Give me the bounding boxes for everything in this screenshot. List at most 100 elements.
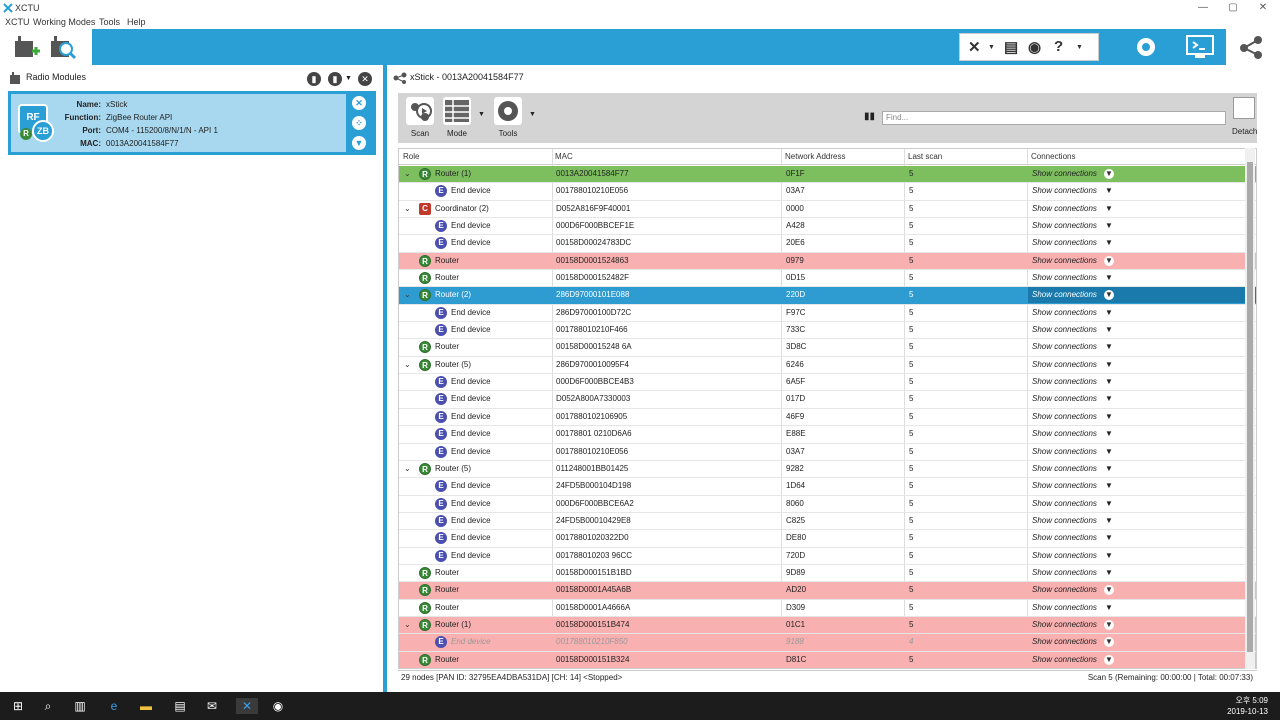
- minimize-button[interactable]: —: [1193, 1, 1213, 14]
- store-icon[interactable]: ▤: [172, 698, 188, 714]
- discover-devices-icon[interactable]: [48, 33, 78, 61]
- chevron-down-icon[interactable]: ▼: [1076, 44, 1083, 51]
- add-device-icon[interactable]: [12, 33, 42, 61]
- table-row[interactable]: R Router 00158D00015248 6A 3D8C 5 Show connec…: [399, 339, 1256, 357]
- show-connections-link[interactable]: Show connections: [1028, 530, 1256, 546]
- show-connections-link[interactable]: Show connections: [1028, 478, 1256, 494]
- chevron-down-icon[interactable]: ▼: [1104, 273, 1114, 283]
- chevron-down-icon[interactable]: ▼: [1104, 204, 1114, 214]
- show-connections-link[interactable]: Show connections: [1028, 253, 1256, 269]
- expand-toggle-icon[interactable]: ⌄: [404, 287, 411, 303]
- table-row[interactable]: R Router 00158D000151B324 D81C 5 Show connect…: [399, 651, 1256, 668]
- chevron-down-icon[interactable]: ▼: [1104, 412, 1114, 422]
- table-row[interactable]: E End device 24FD5B00010429E8 C825 5 Show con…: [399, 513, 1256, 531]
- chevron-down-icon[interactable]: ▼: [1104, 551, 1114, 561]
- table-row[interactable]: ⌄ R Router (2) 286D97000101E088 220D 5 Show co…: [399, 287, 1256, 305]
- remove-module-icon[interactable]: ✕: [352, 96, 366, 110]
- expand-toggle-icon[interactable]: ⌄: [404, 617, 411, 633]
- table-row[interactable]: E End device 000D6F000BBCEF1E A428 5 Show con…: [399, 218, 1256, 236]
- table-row[interactable]: E End device 24FD5B000104D198 1D64 5 Show con…: [399, 478, 1256, 496]
- scan-button[interactable]: Scan: [403, 97, 437, 141]
- col-mac[interactable]: MAC: [555, 152, 573, 161]
- table-row[interactable]: E End device 286D97000100D72C F97C 5 Show con…: [399, 305, 1256, 323]
- chevron-down-icon[interactable]: ▼: [1104, 654, 1114, 665]
- show-connections-link[interactable]: Show connections: [1028, 322, 1256, 338]
- table-row[interactable]: E End device 00178801020322D0 DE80 5 Show con…: [399, 530, 1256, 548]
- table-row[interactable]: R Router 00158D0001524863 0979 5 Show connect…: [399, 252, 1256, 271]
- show-connections-link[interactable]: Show connections: [1028, 287, 1256, 304]
- chevron-down-icon[interactable]: ▼: [1104, 186, 1114, 196]
- chevron-down-icon[interactable]: ▼: [1104, 637, 1114, 648]
- show-connections-link[interactable]: Show connections: [1028, 235, 1256, 251]
- show-connections-link[interactable]: Show connections: [1028, 461, 1256, 477]
- table-row[interactable]: E End device 001788010210E056 03A7 5 Show con…: [399, 444, 1256, 461]
- chevron-down-icon[interactable]: ▼: [1104, 221, 1114, 231]
- chevron-down-icon[interactable]: ▼: [1104, 568, 1114, 578]
- network-mode-tab[interactable]: [1226, 29, 1280, 65]
- chevron-down-icon[interactable]: ▼: [1104, 169, 1114, 179]
- table-row[interactable]: E End device D052A800A7330003 017D 5 Show con…: [399, 391, 1256, 409]
- show-connections-link[interactable]: Show connections: [1028, 339, 1256, 355]
- mail-icon[interactable]: ✉: [204, 698, 220, 714]
- chevron-down-icon[interactable]: ▼: [1104, 499, 1114, 509]
- xctu-taskbar-icon[interactable]: ✕: [236, 698, 258, 714]
- expand-toggle-icon[interactable]: ⌄: [404, 461, 411, 477]
- table-row[interactable]: E End device 001788010203 96CC 720D 5 Show co…: [399, 548, 1256, 565]
- table-row[interactable]: E End device 0017880102106905 46F9 5 Show con…: [399, 409, 1256, 427]
- chevron-down-icon[interactable]: ▼: [1104, 360, 1114, 370]
- col-connections[interactable]: Connections: [1031, 152, 1075, 161]
- table-row[interactable]: ⌄ R Router (1) 00158D000151B474 01C1 5 Show co…: [399, 616, 1256, 635]
- chevron-down-icon[interactable]: ▼: [345, 75, 352, 82]
- chevron-down-icon[interactable]: ▼: [1104, 325, 1114, 335]
- table-row[interactable]: E End device 000D6F000BBCE6A2 8060 5 Show con…: [399, 496, 1256, 513]
- table-row[interactable]: ⌄ R Router (1) 0013A20041584F77 0F1F 5 Show co…: [399, 166, 1256, 184]
- menu-working-modes[interactable]: Working Modes: [33, 17, 95, 27]
- show-connections-link[interactable]: Show connections: [1028, 270, 1256, 286]
- show-connections-link[interactable]: Show connections: [1028, 426, 1256, 442]
- mode-button[interactable]: Mode: [440, 97, 474, 141]
- table-row[interactable]: R Router 00158D0001A4666A D309 5 Show connect…: [399, 600, 1256, 617]
- chevron-down-icon[interactable]: ▼: [1104, 619, 1114, 630]
- close-window-button[interactable]: ✕: [1253, 1, 1273, 14]
- col-last-scan[interactable]: Last scan: [908, 152, 942, 161]
- chevron-down-icon[interactable]: ▼: [988, 44, 995, 51]
- show-connections-link[interactable]: Show connections: [1028, 218, 1256, 234]
- remove-all-icon[interactable]: ✕: [358, 72, 372, 86]
- expand-toggle-icon[interactable]: ⌄: [404, 357, 411, 373]
- chevron-down-icon[interactable]: ▼: [529, 111, 536, 118]
- table-row[interactable]: E End device 00178801 0210D6A6 E88E 5 Show co…: [399, 426, 1256, 444]
- show-connections-link[interactable]: Show connections: [1028, 652, 1256, 668]
- table-row[interactable]: E End device 000D6F000BBCE4B3 6A5F 5 Show con…: [399, 374, 1256, 392]
- file-explorer-icon[interactable]: ▬: [138, 698, 154, 714]
- filter-icon[interactable]: ▮: [307, 72, 321, 86]
- table-row[interactable]: E End device 001788010210F850 9188 4 Show con…: [399, 634, 1256, 652]
- table-row[interactable]: ⌄ R Router (5) 286D9700010095F4 6246 5 Show co…: [399, 357, 1256, 375]
- chevron-down-icon[interactable]: ▼: [1104, 429, 1114, 439]
- col-network-address[interactable]: Network Address: [785, 152, 845, 161]
- show-connections-link[interactable]: Show connections: [1028, 201, 1256, 217]
- edge-icon[interactable]: e: [106, 698, 122, 714]
- xctu-tools-icon[interactable]: ✕: [968, 38, 981, 56]
- show-connections-link[interactable]: Show connections: [1028, 548, 1256, 564]
- show-connections-link[interactable]: Show connections: [1028, 357, 1256, 373]
- gear-icon[interactable]: [1132, 34, 1160, 60]
- chevron-down-icon[interactable]: ▼: [1104, 255, 1114, 266]
- chevron-down-icon[interactable]: ▼: [1104, 533, 1114, 543]
- show-connections-link[interactable]: Show connections: [1028, 409, 1256, 425]
- expand-toggle-icon[interactable]: ⌄: [404, 166, 411, 182]
- table-row[interactable]: R Router 00158D0001A45A6B AD20 5 Show connect…: [399, 582, 1256, 600]
- show-connections-link[interactable]: Show connections: [1028, 305, 1256, 321]
- menu-tools[interactable]: Tools: [99, 17, 120, 27]
- table-row[interactable]: R Router 00158D000151B1BD 9D89 5 Show connect…: [399, 565, 1256, 583]
- show-connections-link[interactable]: Show connections: [1028, 166, 1256, 182]
- task-view-icon[interactable]: ▥: [72, 698, 88, 714]
- table-row[interactable]: E End device 001788010210E056 03A7 5 Show con…: [399, 183, 1256, 201]
- console-icon[interactable]: ◉: [1028, 38, 1041, 56]
- network-module-icon[interactable]: ⁘: [352, 116, 366, 130]
- table-row[interactable]: R Router 00158D000152482F 0D15 5 Show connect…: [399, 270, 1256, 288]
- chevron-down-icon[interactable]: ▼: [1104, 394, 1114, 404]
- frames-icon[interactable]: ▤: [1004, 38, 1018, 56]
- show-connections-link[interactable]: Show connections: [1028, 617, 1256, 633]
- chevron-down-icon[interactable]: ▼: [1104, 308, 1114, 318]
- media-player-icon[interactable]: ◉: [270, 698, 286, 714]
